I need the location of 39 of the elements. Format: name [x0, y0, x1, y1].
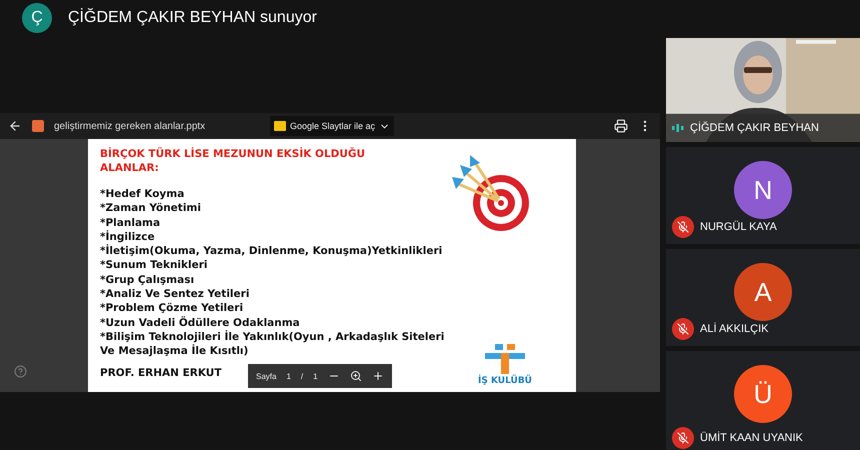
- participant-name: ÜMİT KAAN UYANIK: [700, 432, 803, 444]
- slide-title: BİRÇOK TÜRK LİSE MEZUNUN EKSİK OLDUĞU ALANLAR:: [100, 147, 366, 175]
- participant-name: NURGÜL KAYA: [700, 221, 777, 233]
- slide-bullet: *Bilişim Teknolojileri İle Yakınlık(Oyun , Arkadaşlık Siteleri Ve Mesajlaşma İle Kısıtlı): [100, 330, 446, 359]
- presenter-banner-text: ÇİĞDEM ÇAKIR BEYHAN sunuyor: [68, 9, 317, 27]
- slide-bullet: *Problem Çözme Yetileri: [100, 301, 244, 316]
- slide-bullet: *Grup Çalışması: [100, 272, 196, 288]
- help-icon[interactable]: [14, 365, 27, 378]
- page-current: 1: [286, 372, 291, 380]
- slide-bullet: *Planlama: [100, 216, 162, 230]
- logo-icon: [483, 344, 527, 374]
- participant-avatar: N: [734, 161, 792, 219]
- slide-bullet: *Uzun Vadeli Ödüllere Odaklanma: [100, 316, 301, 330]
- participant-name: ALİ AKKILÇIK: [700, 323, 768, 335]
- participant-name: ÇİĞDEM ÇAKIR BEYHAN: [690, 122, 819, 134]
- zoom-button[interactable]: [350, 370, 362, 382]
- slides-icon: [274, 121, 286, 131]
- print-icon[interactable]: [614, 119, 628, 133]
- zoom-icon: [350, 370, 362, 382]
- zoom-in-button[interactable]: [372, 370, 384, 382]
- logo-text: İŞ KULÜBÜ: [478, 376, 532, 386]
- slide-bullet: *Hedef Koyma: [100, 187, 186, 202]
- slides-file-icon: [32, 120, 44, 132]
- slide-bullet: *Zaman Yönetimi: [100, 201, 202, 216]
- plus-icon: [372, 370, 384, 382]
- slide-bullet: *İngilizce: [100, 230, 156, 244]
- slide-bullet: *Analiz Ve Sentez Yetileri: [100, 287, 250, 302]
- slide-bullet: *İletişim(Okuma, Yazma, Dinlenme, Konuşma)Yetkinlikleri: [100, 244, 444, 258]
- participant-avatar: Ü: [734, 365, 792, 423]
- page-separator: /: [300, 372, 304, 380]
- file-name: geliştirmemiz gereken alanlar.pptx: [54, 120, 206, 132]
- back-icon[interactable]: [8, 119, 22, 133]
- page-total: 1: [313, 372, 318, 380]
- slide-bullet: *Sunum Teknikleri: [100, 258, 209, 273]
- participant-avatar: A: [734, 263, 792, 321]
- page-label: Sayfa: [256, 372, 276, 380]
- presenter-avatar: Ç: [22, 3, 52, 33]
- open-with-button[interactable]: Google Slaytlar ile aç: [270, 116, 394, 136]
- slide-author: PROF. ERHAN ERKUT: [100, 366, 222, 379]
